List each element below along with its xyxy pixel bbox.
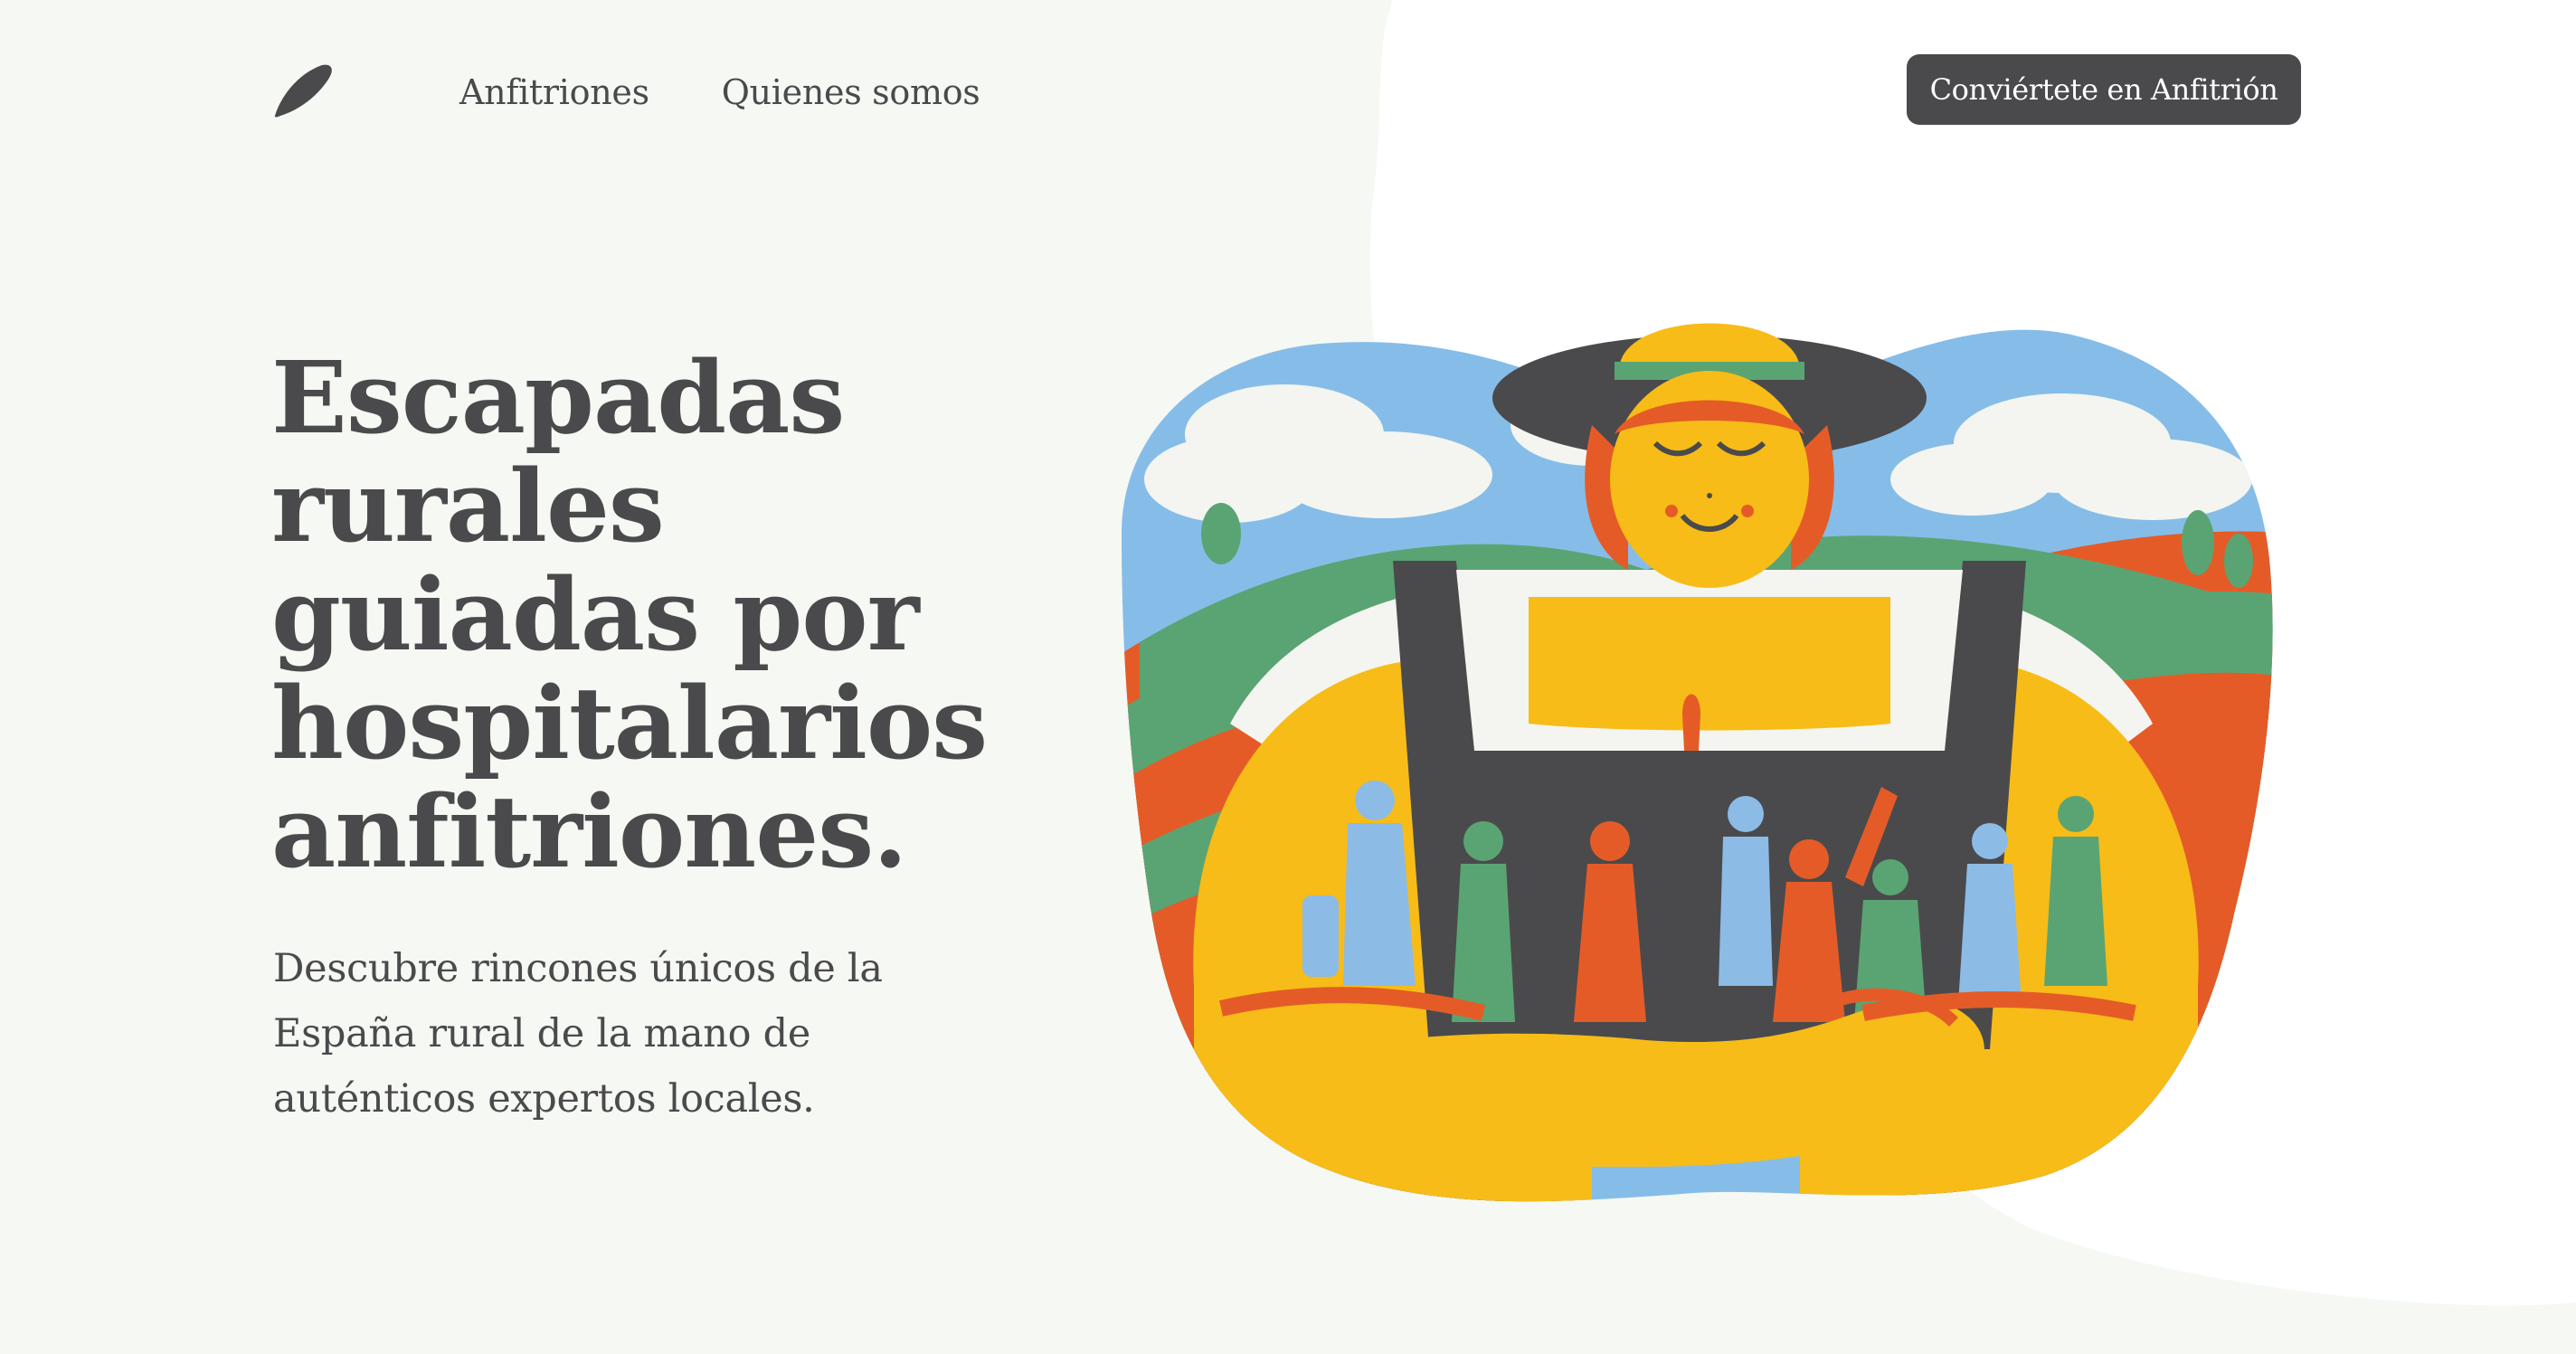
chest <box>1529 597 1890 731</box>
feather-leaf-icon[interactable] <box>271 62 335 119</box>
nav-link-quienes-somos[interactable]: Quienes somos <box>722 63 980 121</box>
landing-page: Anfitriones Quienes somos Conviértete en… <box>0 0 2576 1354</box>
main-nav: Anfitriones Quienes somos <box>459 63 980 121</box>
nav-link-anfitriones[interactable]: Anfitriones <box>459 63 649 121</box>
hero-title: Escapadas rurales guiadas por hospitalar… <box>271 339 988 890</box>
become-host-button[interactable]: Conviértete en Anfitrión <box>1907 54 2301 125</box>
hero-subtitle: Descubre rincones únicos de la España ru… <box>273 946 883 1122</box>
rural-host-illustration <box>1122 323 2273 1202</box>
necklace <box>1682 694 1700 751</box>
